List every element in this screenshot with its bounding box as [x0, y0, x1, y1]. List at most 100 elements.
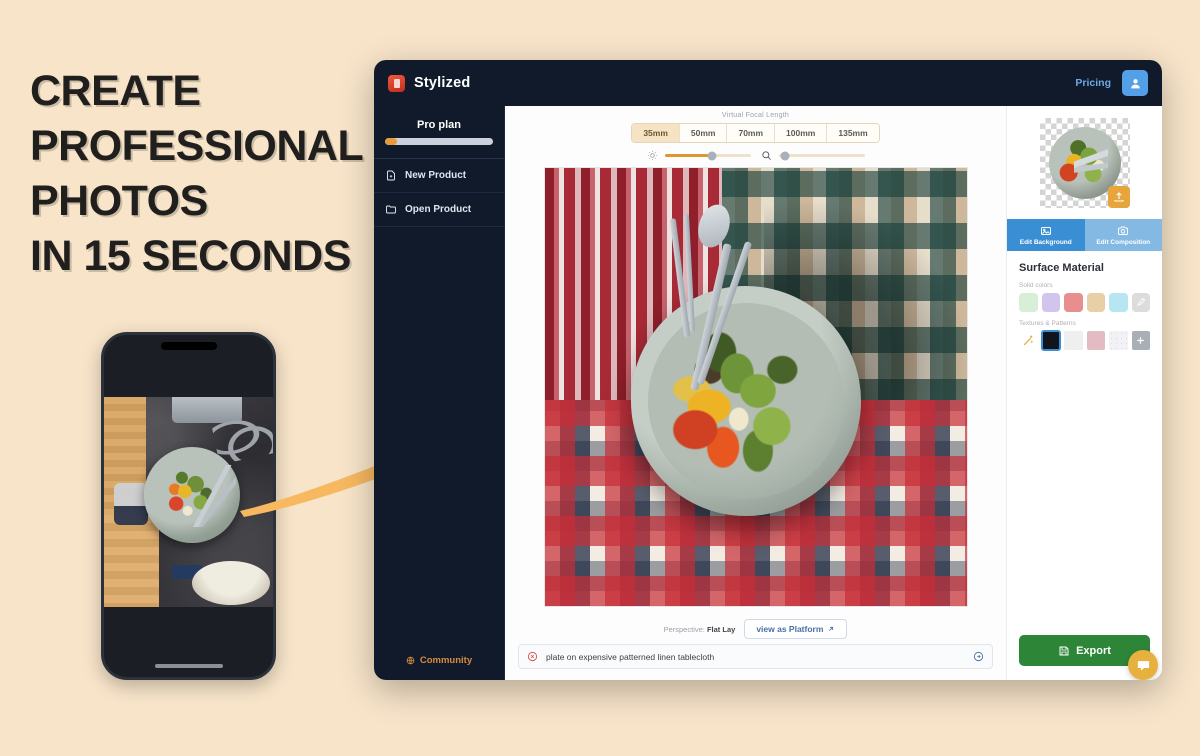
sidebar-item-label: Open Product	[405, 204, 472, 215]
image-icon	[1040, 226, 1051, 235]
phone-source-photo	[104, 397, 273, 607]
sidebar-item-label: New Product	[405, 170, 467, 181]
tab-edit-composition[interactable]: Edit Composition	[1084, 219, 1162, 251]
perspective-label: Perspective:	[663, 624, 705, 634]
focal-length-label: Virtual Focal Length	[721, 112, 790, 119]
headline-line-1: CREATE	[30, 67, 201, 115]
eyedropper-button[interactable]	[1131, 293, 1150, 312]
plan-progress-bar	[385, 138, 493, 145]
community-link[interactable]: Community	[374, 655, 504, 666]
textures-row	[1019, 330, 1150, 351]
folder-icon	[386, 205, 396, 214]
upload-icon	[1113, 192, 1124, 202]
adjustment-sliders	[505, 143, 1006, 167]
add-texture-button[interactable]	[1131, 331, 1150, 350]
textures-label: Textures & Patterns	[1019, 320, 1076, 327]
phone-mockup	[101, 332, 276, 680]
plus-icon	[1137, 337, 1144, 344]
focal-option-70mm[interactable]: 70mm	[727, 124, 776, 142]
canvas-area	[505, 167, 1006, 613]
swatch-lavender[interactable]	[1041, 293, 1060, 312]
view-as-platform-button[interactable]: view as Platform	[744, 619, 848, 639]
phone-home-indicator	[154, 664, 223, 668]
export-label: Export	[1076, 644, 1111, 657]
brightness-knob[interactable]	[707, 151, 717, 160]
chat-support-button[interactable]	[1128, 650, 1158, 680]
product-canvas[interactable]	[543, 167, 968, 607]
headline-line-4: IN 15 SECONDS	[30, 232, 351, 281]
cutout-thumbnail[interactable]	[1039, 118, 1130, 208]
magic-wand-icon	[1023, 335, 1033, 346]
texture-black-stone[interactable]	[1040, 330, 1061, 351]
texture-marble[interactable]	[1109, 331, 1128, 350]
phone-notch	[160, 342, 217, 350]
zoom-track[interactable]	[778, 151, 865, 160]
editor-area: Virtual Focal Length 35mm 50mm 70mm 100m…	[505, 106, 1006, 680]
focal-length-segmented: 35mm 50mm 70mm 100mm 135mm	[631, 123, 880, 143]
sidebar: Pro plan New Product Open Product Commun…	[374, 106, 505, 680]
upload-button[interactable]	[1107, 186, 1130, 208]
chat-bubble-icon	[1137, 660, 1149, 670]
swatch-sky[interactable]	[1109, 293, 1128, 312]
clear-circle-icon[interactable]	[527, 651, 538, 662]
pricing-link[interactable]: Pricing	[1075, 77, 1111, 89]
brightness-track[interactable]	[664, 151, 751, 160]
app-title: Stylized	[414, 75, 471, 91]
swatch-mint[interactable]	[1019, 293, 1038, 312]
submit-arrow-icon[interactable]	[973, 651, 984, 662]
swatch-tan[interactable]	[1086, 293, 1105, 312]
texture-white-paper[interactable]	[1064, 331, 1083, 350]
save-icon	[1059, 646, 1069, 655]
perspective-row: Perspective: Flat Lay view as Platform	[505, 613, 1006, 644]
page-title: CREATE PROFESSIONAL PHOTOS IN 15 SECONDS	[30, 64, 380, 284]
headline-line-3: PHOTOS	[30, 177, 208, 226]
edit-mode-tabs: Edit Background Edit Composition	[1007, 219, 1162, 251]
tab-label: Edit Background	[1019, 238, 1072, 246]
swatch-coral[interactable]	[1064, 293, 1083, 312]
account-avatar-button[interactable]	[1122, 70, 1148, 96]
stylized-logo-icon	[388, 74, 405, 92]
community-label: Community	[419, 655, 473, 666]
globe-icon	[406, 656, 415, 665]
sidebar-item-new-product[interactable]: New Product	[374, 159, 504, 193]
zoom-slider[interactable]	[761, 150, 865, 161]
prompt-input-bar[interactable]: plate on expensive patterned linen table…	[518, 644, 993, 669]
tab-label: Edit Composition	[1096, 238, 1151, 246]
sidebar-item-open-product[interactable]: Open Product	[374, 193, 504, 227]
headline-line-2: PROFESSIONAL	[30, 122, 364, 171]
zoom-knob[interactable]	[780, 151, 790, 160]
surface-material-section: Surface Material Solid colors Textures &…	[1007, 251, 1162, 358]
camera-icon	[1118, 226, 1129, 235]
app-titlebar: Stylized Pricing	[374, 60, 1162, 106]
cutlery-object	[663, 198, 779, 398]
export-section: Export	[1007, 635, 1162, 680]
thumbnail-section	[1007, 106, 1162, 208]
eyedropper-icon	[1137, 297, 1146, 307]
new-document-icon	[387, 170, 395, 181]
view-as-platform-label: view as Platform	[756, 624, 824, 634]
focal-option-35mm[interactable]: 35mm	[632, 124, 680, 142]
app-window: Stylized Pricing Pro plan New Product Op…	[374, 60, 1162, 680]
brightness-slider[interactable]	[647, 150, 751, 161]
solid-colors-label: Solid colors	[1019, 282, 1053, 289]
plan-status: Pro plan	[374, 106, 504, 159]
texture-magic[interactable]	[1019, 331, 1038, 350]
plan-label: Pro plan	[416, 119, 461, 131]
solid-colors-row	[1019, 293, 1150, 312]
surface-material-title: Surface Material	[1019, 262, 1104, 274]
focal-option-50mm[interactable]: 50mm	[679, 124, 728, 142]
tab-edit-background[interactable]: Edit Background	[1007, 219, 1085, 251]
focal-option-135mm[interactable]: 135mm	[827, 124, 879, 142]
prompt-input[interactable]: plate on expensive patterned linen table…	[546, 652, 965, 662]
sun-icon	[647, 150, 657, 161]
perspective-info: Perspective: Flat Lay	[664, 625, 736, 634]
focal-length-control: Virtual Focal Length 35mm 50mm 70mm 100m…	[505, 106, 1006, 143]
external-link-icon	[829, 626, 834, 631]
focal-option-100mm[interactable]: 100mm	[775, 124, 828, 142]
plan-progress-fill	[385, 138, 397, 145]
right-panel: Edit Background Edit Composition Surface…	[1006, 106, 1162, 680]
texture-pink-fabric[interactable]	[1086, 331, 1105, 350]
perspective-value: Flat Lay	[706, 624, 736, 634]
user-icon	[1130, 78, 1140, 88]
magnifier-icon	[761, 151, 771, 160]
